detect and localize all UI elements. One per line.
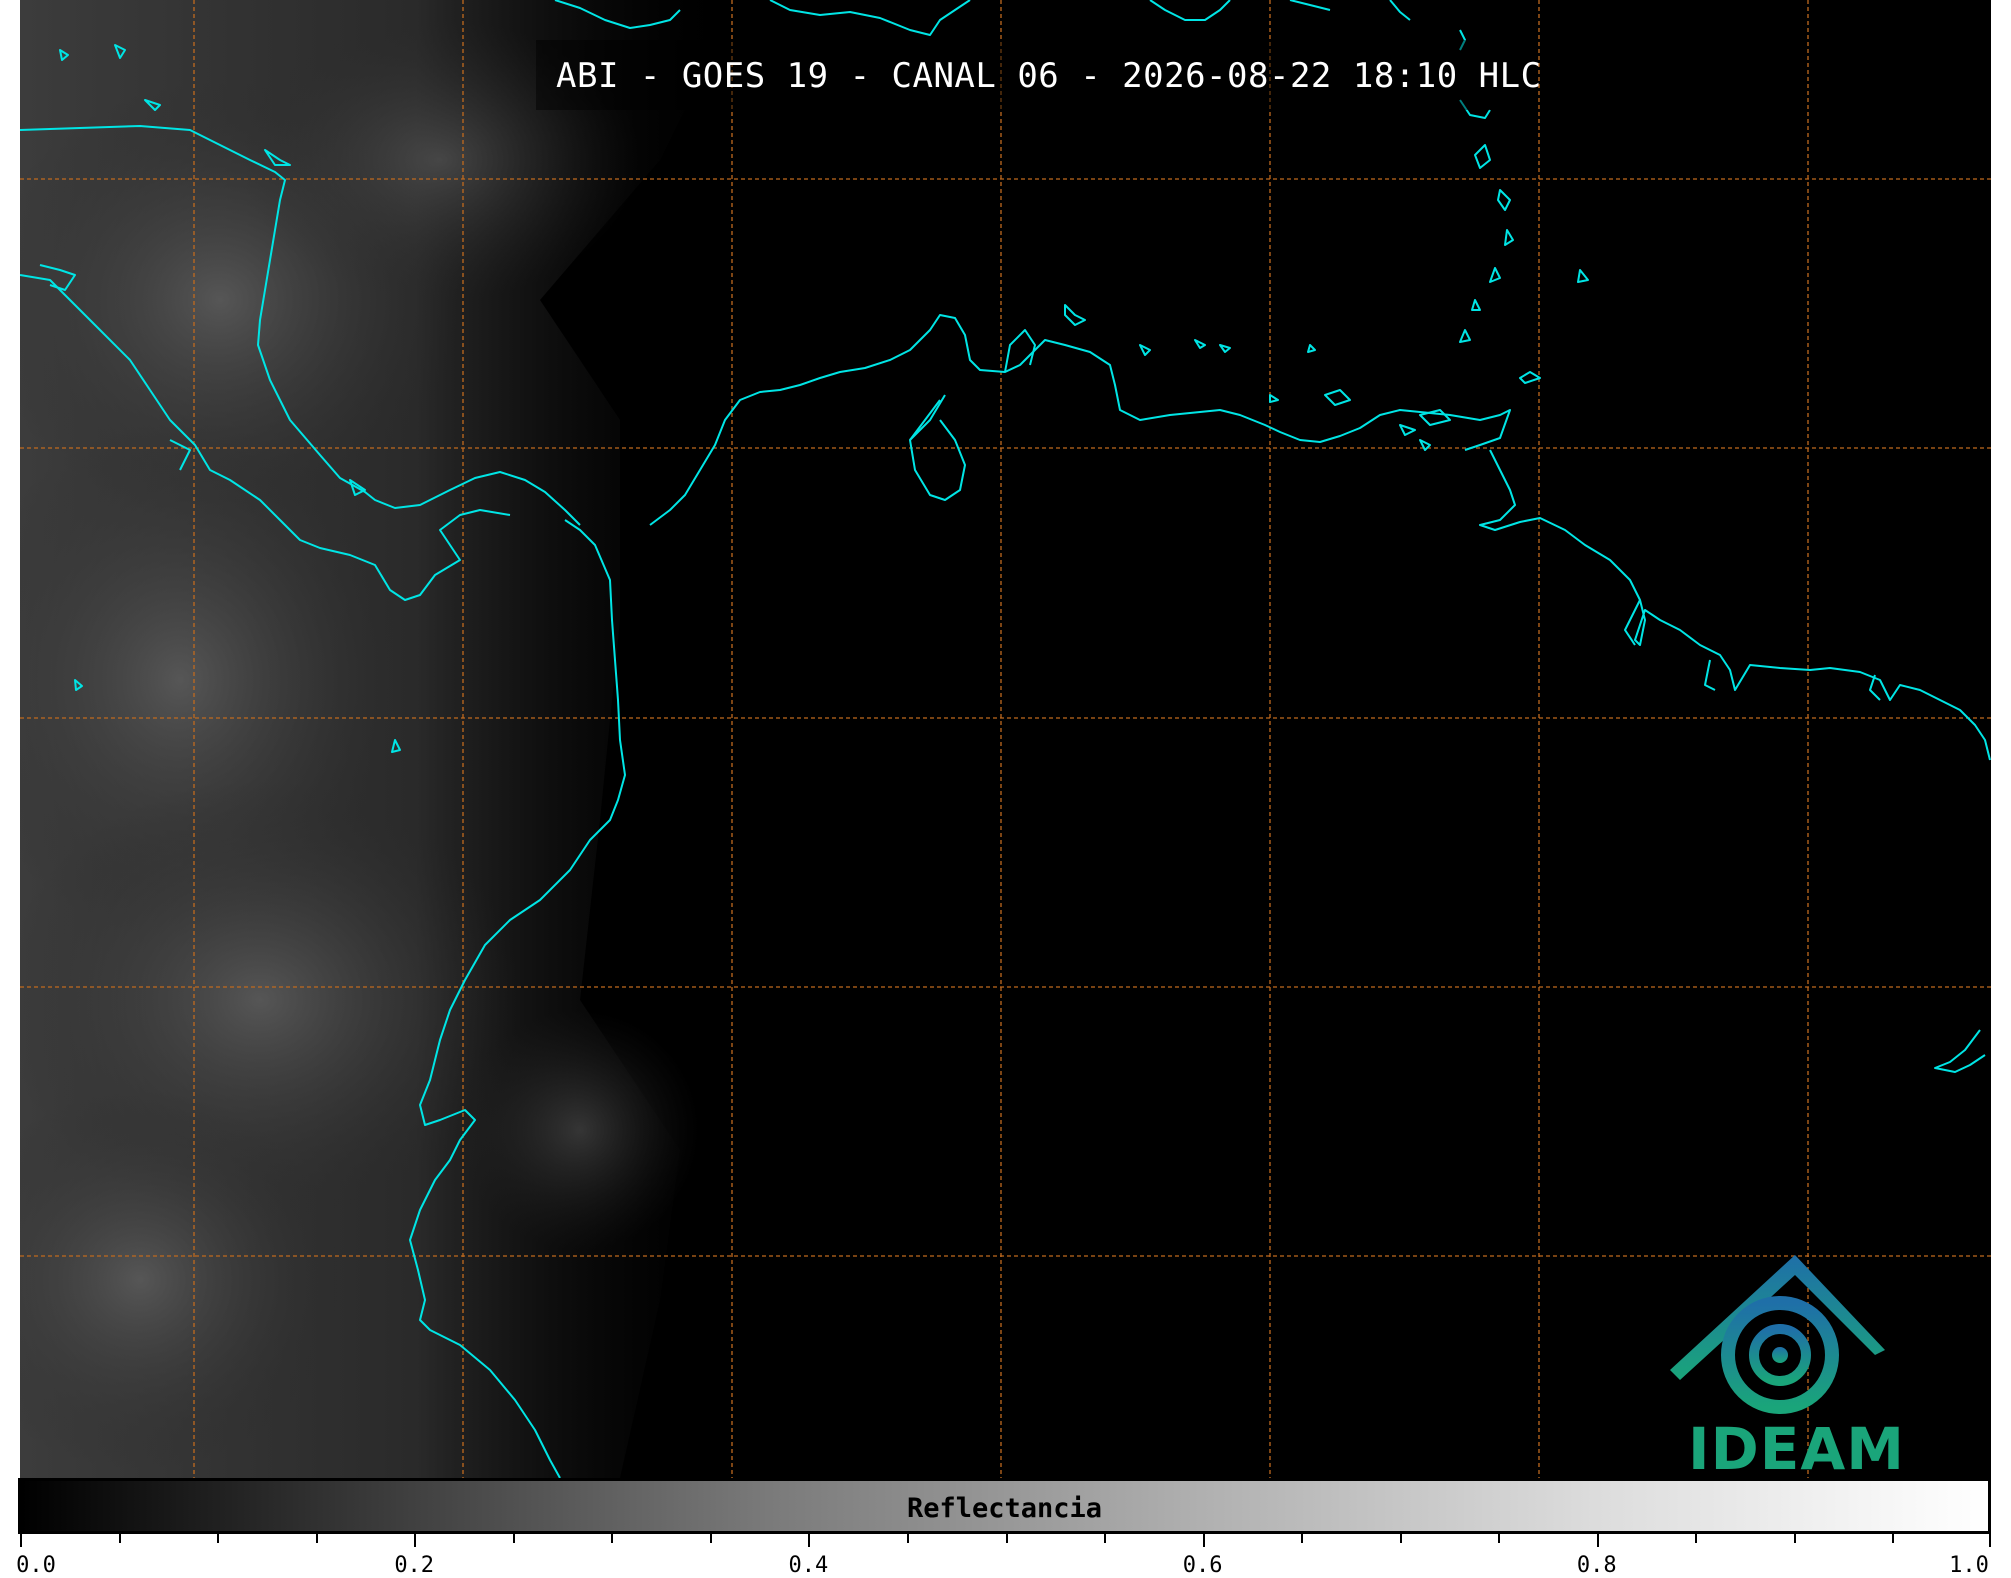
colorbar-tick xyxy=(315,1533,318,1543)
colorbar-tick xyxy=(1202,1533,1205,1547)
colorbar-label: Reflectancia xyxy=(906,1493,1103,1524)
colorbar-tick-label: 0.6 xyxy=(1182,1553,1223,1578)
colorbar-tick xyxy=(1892,1533,1895,1543)
colorbar-tick xyxy=(1005,1533,1008,1543)
colorbar-tick xyxy=(1301,1533,1304,1543)
colorbar-tick xyxy=(20,1533,22,1547)
colorbar-tick xyxy=(118,1533,121,1543)
colorbar-tick xyxy=(709,1533,712,1543)
colorbar-tick xyxy=(1695,1533,1698,1543)
colorbar-tick-label: 0.0 xyxy=(16,1553,56,1578)
colorbar-tick xyxy=(1498,1533,1501,1543)
logo-text: IDEAM xyxy=(1688,1415,1905,1483)
colorbar-tick xyxy=(1596,1533,1599,1547)
colorbar-tick-label: 0.8 xyxy=(1576,1553,1617,1578)
colorbar-tick xyxy=(611,1533,614,1543)
colorbar-tick xyxy=(512,1533,515,1543)
colorbar-tick xyxy=(217,1533,220,1543)
colorbar: Reflectancia xyxy=(18,1478,1991,1534)
colorbar-ticks: 0.0 0.2 0.4 0.6 0.8 1.0 xyxy=(16,1533,1991,1578)
colorbar-tick-label: 0.2 xyxy=(394,1553,435,1578)
colorbar-tick xyxy=(414,1533,417,1547)
page-title: ABI - GOES 19 - CANAL 06 - 2026-08-22 18… xyxy=(556,56,1542,96)
colorbar-tick-label: 1.0 xyxy=(1949,1553,1989,1578)
colorbar-tick-label: 0.4 xyxy=(788,1553,829,1578)
colorbar-tick xyxy=(1989,1533,1991,1547)
colorbar-tick xyxy=(808,1533,811,1547)
colorbar-tick xyxy=(906,1533,909,1543)
colorbar-tick xyxy=(1399,1533,1402,1543)
colorbar-tick xyxy=(1793,1533,1796,1543)
colorbar-tick xyxy=(1104,1533,1107,1543)
